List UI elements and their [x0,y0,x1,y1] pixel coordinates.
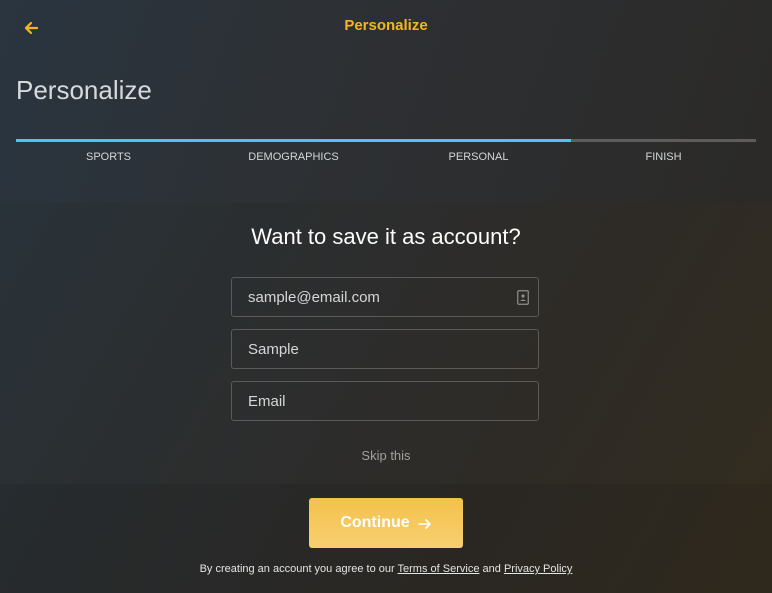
continue-button[interactable]: Continue [309,498,463,548]
name-field-container [231,329,539,369]
arrow-right-icon [417,517,432,529]
header: Personalize Personalize SPORTS DEMOGRAPH… [0,0,772,203]
legal-text: By creating an account you agree to our … [0,563,772,575]
legal-prefix: By creating an account you agree to our [199,563,395,575]
terms-of-service-link[interactable]: Terms of Service [398,563,480,575]
continue-label: Continue [340,514,410,531]
skip-link[interactable]: Skip this [0,448,772,463]
email-autofill-input[interactable] [232,278,538,316]
email-input[interactable] [232,382,538,420]
form-question: Want to save it as account? [251,224,521,249]
step-demographics: DEMOGRAPHICS [248,151,339,163]
page-title: Personalize [16,75,152,105]
name-input[interactable] [232,330,538,368]
app-window: Personalize Personalize SPORTS DEMOGRAPH… [0,0,772,593]
email-field-container-2 [231,381,539,421]
step-labels: SPORTS DEMOGRAPHICS PERSONAL FINISH [16,151,756,163]
step-finish: FINISH [645,151,682,163]
step-sports: SPORTS [85,151,132,163]
step-personal: PERSONAL [448,151,509,163]
progress-fill [16,139,571,142]
privacy-policy-link[interactable]: Privacy Policy [504,563,572,575]
progress-bar [16,139,756,142]
legal-and: and [482,563,501,575]
email-field-container [231,277,539,317]
contact-card-icon[interactable] [517,290,529,305]
topbar-title: Personalize [344,17,428,34]
